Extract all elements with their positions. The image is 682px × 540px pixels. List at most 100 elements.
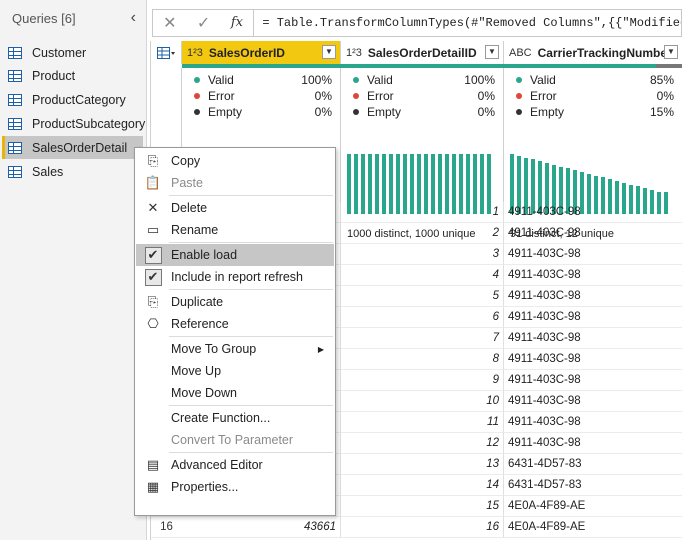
- submenu-arrow-icon: ▶: [317, 344, 324, 354]
- menu-separator: [169, 289, 333, 290]
- table-icon: [8, 141, 22, 154]
- profile-empty-value: 0%: [314, 104, 332, 119]
- profile-error-row: Error 0%: [194, 88, 332, 103]
- profile-error-dot: [516, 92, 522, 99]
- table-cell: 13: [341, 454, 504, 475]
- table-cell: 14: [341, 475, 504, 496]
- column-type-icon[interactable]: 1²3: [346, 47, 362, 59]
- menu-item-rename[interactable]: ▭ Rename: [136, 219, 334, 241]
- profile-empty-label: Empty: [530, 104, 565, 119]
- menu-item-move-down[interactable]: Move Down: [136, 382, 334, 404]
- menu-item-enable-load[interactable]: ✔ Enable load: [136, 244, 334, 266]
- profile-error-dot: [353, 92, 359, 99]
- menu-item-move-to-group[interactable]: Move To Group ▶: [136, 338, 334, 360]
- menu-item-properties[interactable]: ▦ Properties...: [136, 476, 334, 498]
- table-cell: 4911-403C-98: [504, 370, 682, 391]
- column-header[interactable]: ABC CarrierTrackingNumber ▼: [504, 41, 682, 64]
- profile-error-row: Error 0%: [353, 88, 495, 103]
- query-item[interactable]: SalesOrderDetail: [2, 136, 143, 159]
- menu-item-move-up[interactable]: Move Up: [136, 360, 334, 382]
- copy-icon: ⎘: [147, 153, 159, 168]
- query-item[interactable]: Customer: [2, 41, 143, 64]
- table-cell: 4911-403C-98: [504, 202, 682, 223]
- formula-input[interactable]: = Table.TransformColumnTypes(#"Removed C…: [254, 16, 681, 30]
- checkbox-checked-icon: ✔: [136, 268, 170, 286]
- menu-separator: [169, 452, 333, 453]
- query-item[interactable]: ProductCategory: [2, 88, 143, 111]
- table-cell: 4911-403C-98: [504, 328, 682, 349]
- table-cell: 4911-403C-98: [504, 433, 682, 454]
- column-type-icon[interactable]: ABC: [509, 47, 532, 59]
- queries-pane: Queries [6] ‹ Customer Product ProductCate…: [0, 0, 147, 540]
- query-item[interactable]: Product: [2, 64, 143, 87]
- column-name: CarrierTrackingNumber: [537, 45, 672, 60]
- collapse-pane-icon[interactable]: ‹: [131, 9, 136, 27]
- table-cell: 4E0A-4F89-AE: [504, 517, 682, 538]
- query-item[interactable]: ProductSubcategory: [2, 112, 146, 135]
- table-icon: [8, 46, 22, 59]
- table-cell: 7: [341, 328, 504, 349]
- table-cell: 4911-403C-98: [504, 244, 682, 265]
- menu-item-copy[interactable]: ⎘ Copy: [136, 150, 334, 172]
- column-header[interactable]: 1²3 SalesOrderID ▼: [182, 41, 341, 64]
- profile-error-label: Error: [530, 88, 557, 103]
- column-filter-dropdown[interactable]: ▼: [664, 45, 678, 59]
- column-filter-dropdown[interactable]: ▼: [322, 45, 336, 59]
- row-number: 16: [151, 517, 182, 538]
- menu-item-label: Paste: [171, 176, 203, 190]
- profile-error-label: Error: [208, 88, 235, 103]
- queries-header: Queries [6] ‹: [0, 0, 146, 36]
- table-cell: 4E0A-4F89-AE: [504, 496, 682, 517]
- profile-error-value: 0%: [656, 88, 674, 103]
- table-cell: 1: [341, 202, 504, 223]
- table-cell: 10: [341, 391, 504, 412]
- column-name: SalesOrderID: [208, 45, 285, 60]
- checkbox-checked-icon[interactable]: ✔: [144, 246, 162, 264]
- table-cell: 43661: [182, 517, 341, 538]
- profile-valid-row: Valid 100%: [353, 72, 495, 87]
- menu-item-include-in-report-refresh[interactable]: ✔ Include in report refresh: [136, 266, 334, 288]
- column-name: SalesOrderDetailID: [367, 45, 477, 60]
- column-header[interactable]: 1²3 SalesOrderDetailID ▼: [341, 41, 504, 64]
- menu-item-delete[interactable]: ✕ Delete: [136, 197, 334, 219]
- table-menu-icon[interactable]: [151, 41, 182, 64]
- column-type-icon[interactable]: 1²3: [187, 47, 203, 59]
- menu-item-label: Move Up: [171, 364, 222, 378]
- duplicate-icon: ⎘: [147, 294, 159, 309]
- fx-icon[interactable]: fx: [221, 10, 255, 36]
- query-item-label: Customer: [32, 45, 87, 60]
- table-cell: 4911-403C-98: [504, 349, 682, 370]
- menu-separator: [169, 336, 333, 337]
- profile-error-value: 0%: [314, 88, 332, 103]
- profile-valid-dot: [516, 76, 522, 83]
- query-item[interactable]: Sales: [2, 160, 143, 183]
- menu-item-duplicate[interactable]: ⎘ Duplicate: [136, 291, 334, 313]
- table-cell: 4911-403C-98: [504, 391, 682, 412]
- table-cell: 4911-403C-98: [504, 286, 682, 307]
- table-cell: 15: [341, 496, 504, 517]
- menu-item-label: Enable load: [171, 248, 238, 262]
- menu-item-label: Advanced Editor: [171, 458, 263, 472]
- table-cell: 4911-403C-98: [504, 223, 682, 244]
- column-filter-dropdown[interactable]: ▼: [485, 45, 499, 59]
- table-icon: [8, 69, 22, 82]
- table-icon: [8, 165, 22, 178]
- table-cell: 3: [341, 244, 504, 265]
- cancel-formula-icon[interactable]: ✕: [153, 13, 187, 33]
- checkbox-checked-icon[interactable]: ✔: [144, 268, 162, 286]
- menu-item-advanced-editor[interactable]: ▤ Advanced Editor: [136, 454, 334, 476]
- delete-icon: ✕: [147, 200, 159, 215]
- menu-item-label: Move To Group: [171, 342, 257, 356]
- confirm-formula-icon[interactable]: ✓: [187, 13, 221, 33]
- query-item-label: SalesOrderDetail: [32, 140, 128, 155]
- menu-item-label: Convert To Parameter: [171, 433, 294, 447]
- formula-bar: ✕ ✓ fx = Table.TransformColumnTypes(#"Re…: [152, 9, 682, 37]
- profile-empty-value: 15%: [649, 104, 674, 119]
- menu-item-reference[interactable]: ⎔ Reference: [136, 313, 334, 335]
- profile-empty-value: 0%: [477, 104, 495, 119]
- menu-item-label: Move Down: [171, 386, 237, 400]
- menu-separator: [169, 195, 333, 196]
- menu-item-create-function[interactable]: Create Function...: [136, 407, 334, 429]
- menu-item-label: Reference: [171, 317, 229, 331]
- query-item-label: ProductSubcategory: [32, 116, 146, 131]
